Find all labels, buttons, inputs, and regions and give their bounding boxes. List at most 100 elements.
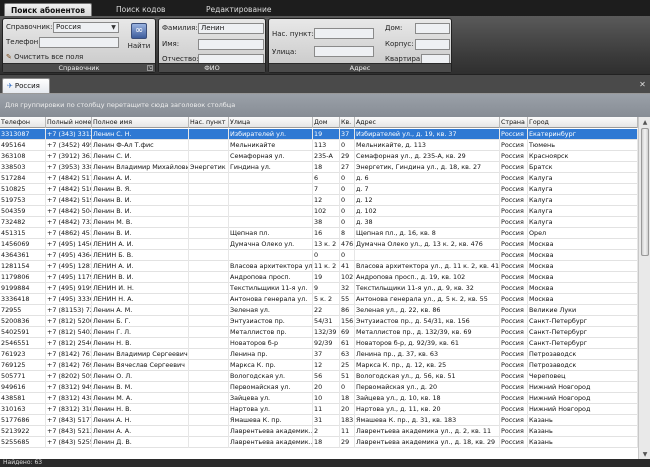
cell-locality xyxy=(189,426,229,437)
cell-city: Москва xyxy=(528,283,638,294)
clear-all-button[interactable]: ✎ Очистить все поля xyxy=(6,53,83,61)
table-row[interactable]: 5402591+7 (812) 5402591Ленин Г. Л. Металл… xyxy=(0,327,638,338)
column-header-full-name[interactable]: Полное имя xyxy=(92,117,189,128)
cell-phone: 5255685 xyxy=(0,437,46,448)
cell-city: Петрозаводск xyxy=(528,349,638,360)
tab-editing[interactable]: Редактирование xyxy=(200,3,277,16)
column-header-phone[interactable]: Телефон xyxy=(0,117,46,128)
vertical-scrollbar[interactable]: ▲ ▼ xyxy=(638,117,650,460)
korpus-input[interactable] xyxy=(415,39,450,50)
cell-house: 20 xyxy=(313,382,340,393)
table-row[interactable]: 451315+7 (4862) 451315Ленин В. И. Щепная … xyxy=(0,228,638,239)
document-tab-russia[interactable]: ✈ Россия xyxy=(2,78,50,94)
cell-house: 0 xyxy=(313,250,340,261)
table-row[interactable]: 4364361+7 (495) 4364361ЛЕНИН Б. В. 00 Росс… xyxy=(0,250,638,261)
cell-address: Избирателей ул., д. 19, кв. 37 xyxy=(355,129,500,140)
table-row[interactable]: 438581+7 (8312) 438581Ленин М. А. Зайцева… xyxy=(0,393,638,404)
table-row[interactable]: 5213922+7 (843) 5213922Ленин А. А. Лаврен… xyxy=(0,426,638,437)
column-header-flat[interactable]: Кв. xyxy=(340,117,355,128)
cell-full-name: Ленин Н. В. xyxy=(92,404,189,415)
cell-street: Маркса К. пр. xyxy=(229,360,313,371)
table-row[interactable]: 769125+7 (8142) 769125Ленин Вячеслав Сер… xyxy=(0,360,638,371)
column-header-city[interactable]: Город xyxy=(528,117,638,128)
table-row[interactable]: 338503+7 (3953) 338503Ленин Владимир Мих… xyxy=(0,162,638,173)
scroll-down-icon[interactable]: ▼ xyxy=(640,450,650,459)
cell-house: 11 к. 2 xyxy=(313,261,340,272)
cell-flat: 0 xyxy=(340,250,355,261)
name-input[interactable] xyxy=(198,39,264,50)
cell-country: Россия xyxy=(500,316,528,327)
cell-street: Вологодская ул. xyxy=(229,371,313,382)
table-row[interactable]: 1456069+7 (495) 1456069ЛЕНИН А. И. Думачн… xyxy=(0,239,638,250)
table-row[interactable]: 505771+7 (8202) 505771Ленин О. Л. Вологод… xyxy=(0,371,638,382)
cell-phone: 1179806 xyxy=(0,272,46,283)
table-row[interactable]: 761923+7 (8142) 761923Ленин Владимир Сер… xyxy=(0,349,638,360)
column-header-country[interactable]: Страна xyxy=(500,117,528,128)
table-row[interactable]: 363108+7 (3912) 363108Ленин С. И. Семафор… xyxy=(0,151,638,162)
surname-input[interactable]: Ленин xyxy=(198,23,264,34)
directory-select[interactable]: Россия ▼ xyxy=(53,22,119,33)
document-tab-label: Россия xyxy=(14,82,40,90)
table-row[interactable]: 732482+7 (4842) 732482Ленин М. В. 380д. 3… xyxy=(0,217,638,228)
column-header-address[interactable]: Адрес xyxy=(355,117,500,128)
table-row[interactable]: 519753+7 (4842) 519753Ленин В. И. 120д. 1… xyxy=(0,195,638,206)
house-input[interactable] xyxy=(415,23,450,34)
cell-phone: 517284 xyxy=(0,173,46,184)
cell-street xyxy=(229,250,313,261)
table-row[interactable]: 510825+7 (4842) 510825Ленин В. Я. 70д. 7Р… xyxy=(0,184,638,195)
group-by-panel[interactable]: Для группировки по столбцу перетащите сю… xyxy=(0,94,650,117)
cell-street: Новаторов б-р xyxy=(229,338,313,349)
table-row[interactable]: 2546551+7 (812) 2546551Ленин Н. В. Новато… xyxy=(0,338,638,349)
table-row[interactable]: 5177686+7 (843) 5177686Ленин А. Н. Ямашев… xyxy=(0,415,638,426)
table-row[interactable]: 9199884+7 (495) 9199884ЛЕНИН И. Н. Тексти… xyxy=(0,283,638,294)
cell-street: Нартова ул. xyxy=(229,404,313,415)
table-row[interactable]: 5200836+7 (812) 5200836Ленин Б. Г. Энтузи… xyxy=(0,316,638,327)
cell-phone: 5177686 xyxy=(0,415,46,426)
table-row[interactable]: 5255685+7 (843) 5255685Ленин Д. В. Лаврен… xyxy=(0,437,638,448)
table-row[interactable]: 3313087+7 (343) 3313087Ленин С. Н. Избира… xyxy=(0,129,638,140)
table-row[interactable]: 1179806+7 (495) 1179806ЛЕНИН В. И. Андроп… xyxy=(0,272,638,283)
cell-street: Лаврентьева академик... xyxy=(230,437,313,448)
column-header-street[interactable]: Улица xyxy=(229,117,313,128)
cell-locality xyxy=(189,173,229,184)
column-header-locality[interactable]: Нас. пункт xyxy=(189,117,229,128)
cell-address: Ямашева К. пр., д. 31, кв. 183 xyxy=(355,415,500,426)
street-input[interactable] xyxy=(314,46,374,57)
column-header-full-number[interactable]: Полный номер xyxy=(46,117,92,128)
cell-street: Щепная пл. xyxy=(229,228,313,239)
cell-locality xyxy=(189,228,229,239)
cell-flat: 0 xyxy=(340,140,355,151)
cell-address: д. 6 xyxy=(355,173,500,184)
pin-icon: ✈ xyxy=(7,82,13,90)
cell-full-name: Ленин В. Я. xyxy=(92,184,189,195)
table-row[interactable]: 72955+7 (81153) 72955Ленин А. М. Зеленая … xyxy=(0,305,638,316)
dialog-launcher-icon[interactable]: ↘ xyxy=(147,65,153,71)
cell-country: Россия xyxy=(500,415,528,426)
tab-search-codes[interactable]: Поиск кодов xyxy=(110,3,171,16)
scroll-thumb[interactable] xyxy=(641,128,649,256)
scroll-up-icon[interactable]: ▲ xyxy=(640,118,650,127)
cell-full-name: Ленин В. И. xyxy=(92,195,189,206)
table-row[interactable]: 517284+7 (4842) 517284Ленин А. И. 60д. 6Р… xyxy=(0,173,638,184)
close-icon[interactable]: ✕ xyxy=(638,80,647,89)
table-row[interactable]: 504359+7 (4842) 504359Ленин В. И. 1020д. … xyxy=(0,206,638,217)
cell-flat: 11 xyxy=(340,426,355,437)
cell-address: Ленина пр., д. 37, кв. 63 xyxy=(355,349,500,360)
cell-locality xyxy=(189,437,229,448)
tab-search-subscribers[interactable]: Поиск абонентов xyxy=(4,3,92,16)
city-input[interactable] xyxy=(314,28,374,39)
table-row[interactable]: 310163+7 (8312) 310163Ленин Н. В. Нартова… xyxy=(0,404,638,415)
phone-input[interactable] xyxy=(39,37,119,48)
cell-city: Нижний Новгород xyxy=(528,393,638,404)
cell-full-number: +7 (495) 3336418 xyxy=(46,294,92,305)
column-header-house[interactable]: Дом xyxy=(313,117,340,128)
table-row[interactable]: 3336418+7 (495) 3336418ЛЕНИН Н. А. Антоно… xyxy=(0,294,638,305)
cell-full-number: +7 (3912) 363108 xyxy=(46,151,92,162)
cell-house: 12 xyxy=(313,360,340,371)
find-button[interactable]: ∞ Найти xyxy=(125,23,153,59)
table-row[interactable]: 1281154+7 (495) 1281154ЛЕНИН А. И. Власов… xyxy=(0,261,638,272)
table-row[interactable]: 495164+7 (3452) 495164Ленин Ф-Ал Т.фис Ме… xyxy=(0,140,638,151)
cell-country: Россия xyxy=(500,338,528,349)
table-row[interactable]: 949616+7 (8312) 949616Ленин В. М. Первома… xyxy=(0,382,638,393)
directory-label: Справочник: xyxy=(6,23,53,31)
